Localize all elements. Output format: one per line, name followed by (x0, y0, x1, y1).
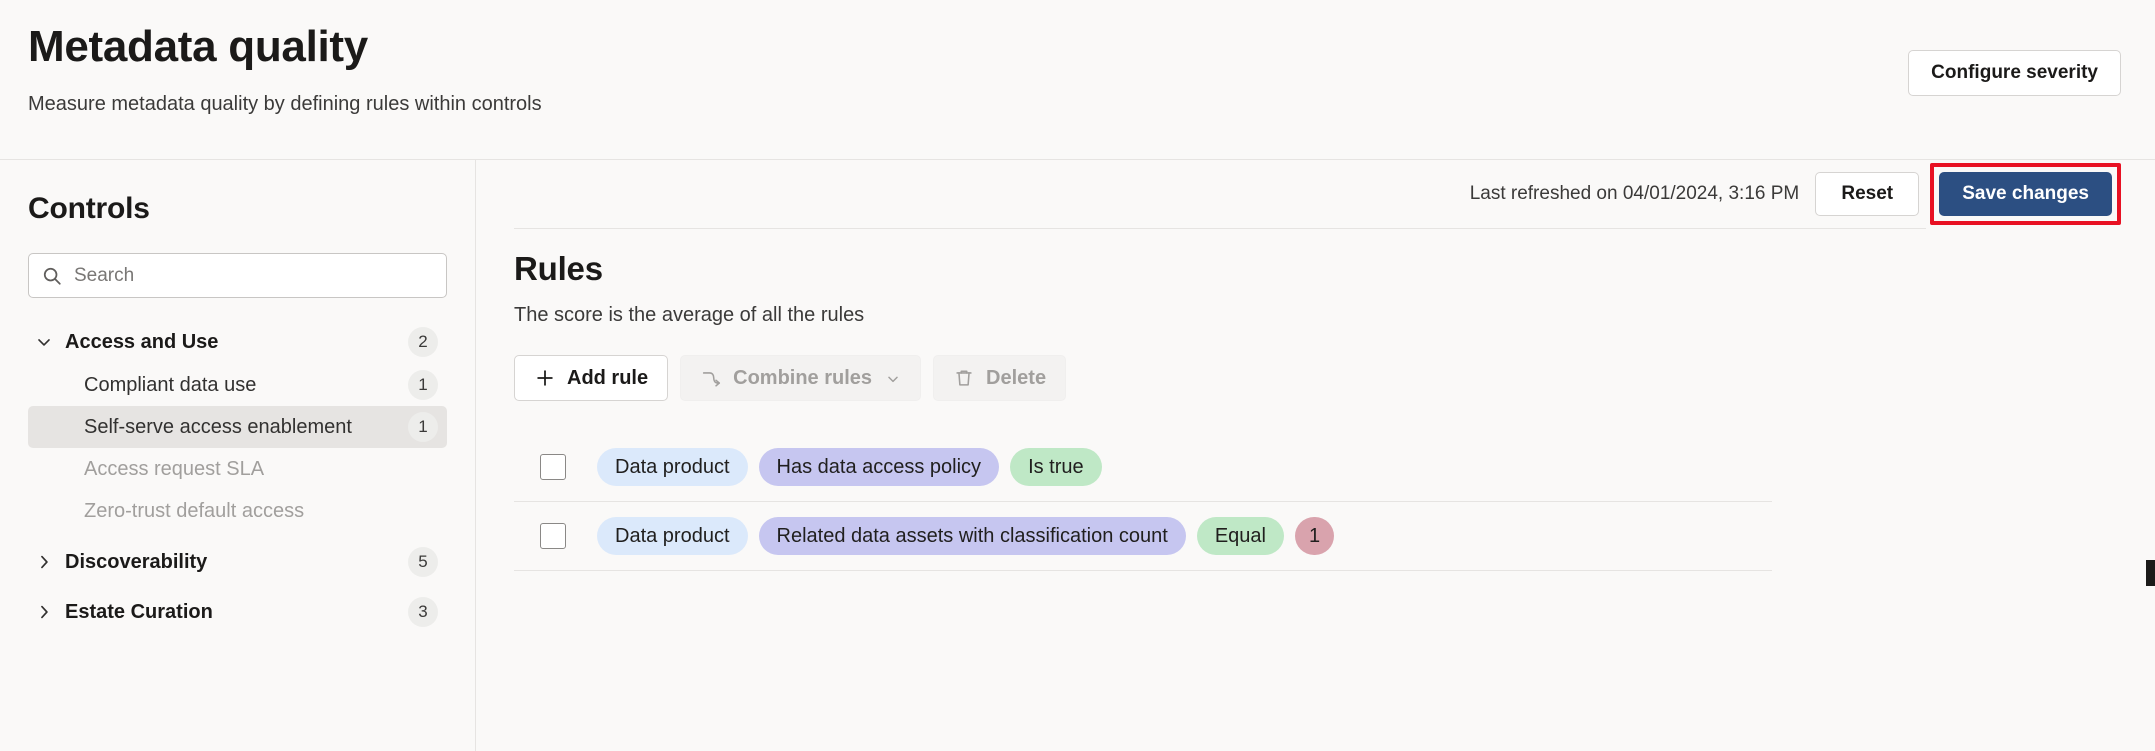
rule-pill-entity[interactable]: Data product (597, 448, 748, 486)
sidebar-item-count: 1 (408, 370, 438, 400)
configure-severity-button[interactable]: Configure severity (1908, 50, 2121, 96)
delete-label: Delete (986, 366, 1047, 389)
reset-button[interactable]: Reset (1815, 172, 1920, 216)
metadata-quality-page: Metadata quality Measure metadata qualit… (0, 0, 2155, 751)
section-divider (514, 228, 1926, 229)
rules-list: Data product Has data access policy Is t… (514, 433, 1772, 571)
delete-button[interactable]: Delete (933, 355, 1067, 401)
search-box[interactable] (28, 253, 447, 298)
search-input[interactable] (74, 254, 434, 297)
combine-rules-label: Combine rules (733, 366, 873, 389)
combine-icon (700, 367, 722, 389)
rules-title: Rules (514, 250, 603, 287)
page-subtitle: Measure metadata quality by defining rul… (28, 92, 542, 115)
chevron-down-icon (885, 370, 901, 386)
tree-group-estate-curation[interactable]: Estate Curation 3 (28, 592, 447, 632)
rules-action-row: Add rule Combine rules Delete (514, 355, 2121, 401)
sidebar-item-zero-trust-default-access: Zero-trust default access (28, 490, 447, 532)
tree-group-access-and-use[interactable]: Access and Use 2 (28, 322, 447, 362)
last-refreshed-text: Last refreshed on 04/01/2024, 3:16 PM (1469, 183, 1800, 204)
chevron-down-icon (34, 332, 54, 352)
tree-group-count: 3 (408, 597, 438, 627)
plus-icon (534, 367, 556, 389)
tree-group-count: 2 (408, 327, 438, 357)
rule-pill-operator[interactable]: Equal (1196, 517, 1284, 555)
rule-pill-entity[interactable]: Data product (597, 517, 748, 555)
rule-pill-attribute[interactable]: Related data assets with classification … (758, 517, 1186, 555)
table-row: Data product Has data access policy Is t… (514, 433, 1772, 502)
sidebar-item-label: Zero-trust default access (84, 499, 305, 522)
trash-icon (953, 367, 975, 389)
main-panel: Last refreshed on 04/01/2024, 3:16 PM Re… (476, 160, 2155, 751)
sidebar-item-access-request-sla: Access request SLA (28, 448, 447, 490)
rule-row-checkbox[interactable] (540, 523, 566, 549)
add-rule-button[interactable]: Add rule (514, 355, 669, 401)
sidebar-title: Controls (28, 192, 150, 225)
sidebar-item-label: Access request SLA (84, 457, 265, 480)
rule-pill-value[interactable]: 1 (1295, 517, 1335, 555)
rules-subtitle: The score is the average of all the rule… (514, 304, 865, 326)
combine-rules-button[interactable]: Combine rules (680, 355, 922, 401)
main-toolbar: Last refreshed on 04/01/2024, 3:16 PM Re… (476, 160, 2155, 228)
tree-group-label: Access and Use (65, 330, 219, 353)
tree-group-count: 5 (408, 547, 438, 577)
search-icon (41, 265, 63, 287)
save-changes-button[interactable]: Save changes (1939, 172, 2112, 216)
rule-pill-attribute[interactable]: Has data access policy (758, 448, 1000, 486)
sidebar-item-label: Self-serve access enablement (84, 415, 352, 438)
tree-children-access-and-use: Compliant data use 1 Self-serve access e… (28, 364, 447, 532)
chevron-right-icon (34, 552, 54, 572)
save-changes-holder: Save changes (1930, 163, 2121, 225)
tree-group-discoverability[interactable]: Discoverability 5 (28, 542, 447, 582)
tree-group-label: Estate Curation (65, 600, 213, 623)
table-row: Data product Related data assets with cl… (514, 502, 1772, 571)
sidebar-item-label: Compliant data use (84, 373, 257, 396)
sidebar-item-self-serve-access-enablement[interactable]: Self-serve access enablement 1 (28, 406, 447, 448)
rules-section: Rules The score is the average of all th… (476, 228, 2155, 751)
add-rule-label: Add rule (567, 366, 649, 389)
tree-group-label: Discoverability (65, 550, 208, 573)
rule-row-checkbox[interactable] (540, 454, 566, 480)
chevron-right-icon (34, 602, 54, 622)
right-edge-marker (2146, 560, 2155, 586)
rule-pill-operator[interactable]: Is true (1010, 448, 1102, 486)
sidebar-item-compliant-data-use[interactable]: Compliant data use 1 (28, 364, 447, 406)
page-header: Metadata quality Measure metadata qualit… (0, 0, 2155, 160)
page-title: Metadata quality (28, 22, 368, 71)
controls-tree: Access and Use 2 Compliant data use 1 Se… (28, 322, 447, 632)
body-split: Controls Access and Use (0, 160, 2155, 751)
sidebar-item-count: 1 (408, 412, 438, 442)
controls-sidebar: Controls Access and Use (0, 160, 476, 751)
